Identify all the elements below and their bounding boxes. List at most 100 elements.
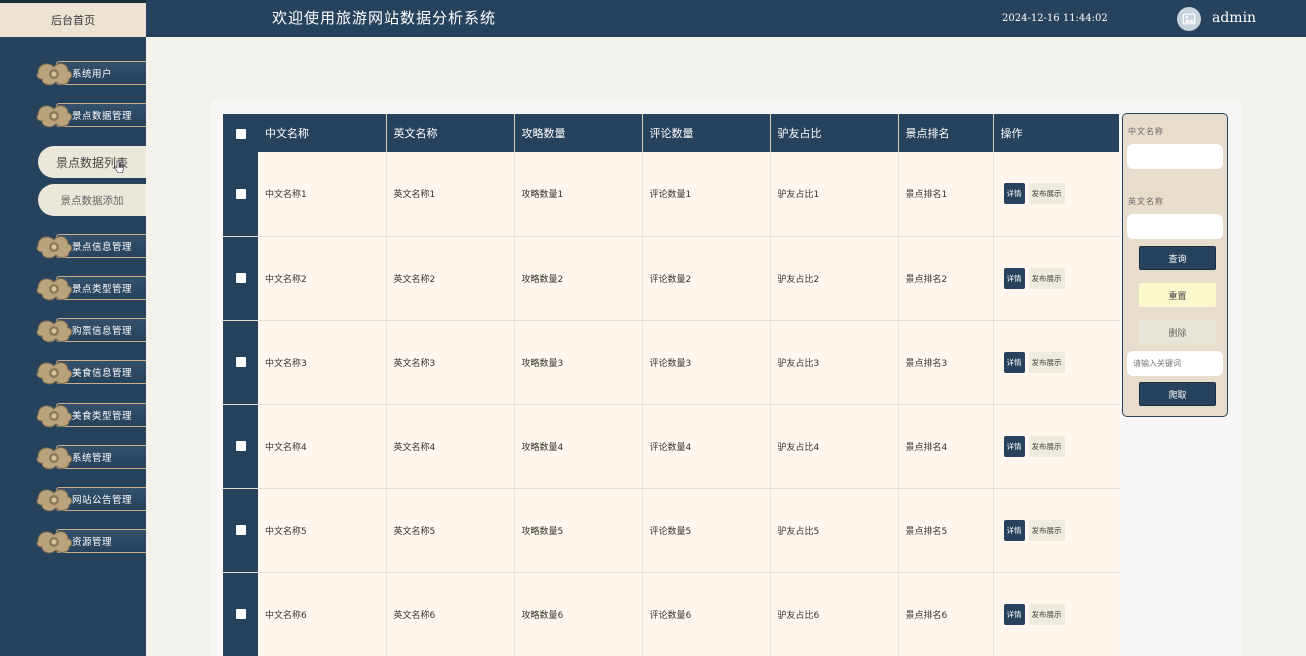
cell-rank: 景点排名4 [898,404,994,489]
sidebar-item-system-user[interactable]: 系统用户 [34,56,146,90]
sidebar-item-label: 购票信息管理 [72,326,133,337]
col-header-guide-count: 攻略数量 [514,114,643,152]
cloud-ornament-icon [36,531,72,554]
sidebar-item-label: 系统用户 [72,69,113,80]
row-checkbox-cell [223,488,258,573]
hand-cursor-icon [114,160,124,173]
col-header-traveler-ratio: 驴友占比 [770,114,899,152]
cell-cn-name: 中文名称5 [258,488,387,573]
cell-guide-count: 攻略数量4 [514,404,643,489]
crawl-button[interactable]: 爬取 [1139,382,1216,406]
cell-cn-name: 中文名称6 [258,572,387,656]
cell-comment-count: 评论数量6 [642,572,771,656]
cell-rank: 景点排名2 [898,236,994,321]
cell-cn-name: 中文名称4 [258,404,387,489]
publish-button[interactable]: 发布展示 [1028,267,1065,289]
cell-comment-count: 评论数量2 [642,236,771,321]
col-header-rank: 景点排名 [898,114,994,152]
query-button[interactable]: 查询 [1139,246,1216,270]
detail-button[interactable]: 详情 [1003,603,1025,625]
select-all-cell [223,114,258,152]
cloud-ornament-icon [36,278,72,301]
cell-comment-count: 评论数量5 [642,488,771,573]
cell-rank: 景点排名5 [898,488,994,573]
cn-name-label: 中文名称 [1128,127,1164,136]
row-checkbox[interactable] [235,272,246,283]
detail-button[interactable]: 详情 [1003,267,1025,289]
page-title: 欢迎使用旅游网站数据分析系统 [272,9,497,27]
detail-button[interactable]: 详情 [1003,183,1025,205]
sidebar-subitem-scenic-add[interactable]: 景点数据添加 [38,184,146,216]
cell-traveler-ratio: 驴友占比2 [770,236,899,321]
cn-name-input[interactable] [1127,144,1223,169]
row-checkbox-cell [223,236,258,321]
sidebar-item-ticket-info[interactable]: 购票信息管理 [34,313,146,347]
cloud-ornament-icon [36,236,72,259]
sidebar-item-label: 网站公告管理 [72,495,133,506]
row-checkbox[interactable] [235,524,246,535]
cell-traveler-ratio: 驴友占比4 [770,404,899,489]
cell-rank: 景点排名1 [898,152,994,237]
cloud-ornament-icon [36,405,72,428]
username[interactable]: admin [1212,0,1256,37]
publish-button[interactable]: 发布展示 [1028,519,1065,541]
cloud-ornament-icon [36,489,72,512]
table-row: 中文名称5 英文名称5 攻略数量5 评论数量5 驴友占比5 景点排名5 详情 发布展示 [223,488,1119,573]
sidebar-item-food-info[interactable]: 美食信息管理 [34,355,146,389]
row-checkbox[interactable] [235,608,246,619]
keyword-input[interactable] [1127,351,1223,376]
cell-rank: 景点排名6 [898,572,994,656]
table-header-row: 中文名称 英文名称 攻略数量 评论数量 驴友占比 景点排名 操作 [223,114,1119,152]
publish-button[interactable]: 发布展示 [1028,603,1065,625]
sidebar-item-label: 美食类型管理 [72,411,133,422]
row-checkbox[interactable] [235,356,246,367]
sidebar-item-system[interactable]: 系统管理 [34,440,146,474]
cell-guide-count: 攻略数量5 [514,488,643,573]
cell-comment-count: 评论数量1 [642,152,771,237]
row-checkbox-cell [223,572,258,656]
sidebar-item-resource[interactable]: 资源管理 [34,524,146,558]
cell-en-name: 英文名称2 [386,236,515,321]
row-checkbox-cell [223,404,258,489]
cloud-ornament-icon [36,447,72,470]
sidebar-item-scenic-type[interactable]: 景点类型管理 [34,271,146,305]
table-row: 中文名称4 英文名称4 攻略数量4 评论数量4 驴友占比4 景点排名4 详情 发布展示 [223,404,1119,489]
detail-button[interactable]: 详情 [1003,351,1025,373]
cell-traveler-ratio: 驴友占比3 [770,320,899,405]
publish-button[interactable]: 发布展示 [1028,435,1065,457]
table-row: 中文名称2 英文名称2 攻略数量2 评论数量2 驴友占比2 景点排名2 详情 发布展示 [223,236,1119,321]
sidebar-subitem-scenic-list[interactable]: 景点数据列表 [38,146,146,178]
avatar[interactable] [1177,7,1201,31]
select-all-checkbox[interactable] [235,128,246,139]
row-checkbox[interactable] [235,188,246,199]
detail-button[interactable]: 详情 [1003,519,1025,541]
cell-comment-count: 评论数量4 [642,404,771,489]
table-row: 中文名称3 英文名称3 攻略数量3 评论数量3 驴友占比3 景点排名3 详情 发布展示 [223,320,1119,405]
home-tab[interactable]: 后台首页 [0,0,146,37]
cell-actions: 详情 发布展示 [993,152,1119,237]
en-name-input[interactable] [1127,214,1223,239]
sidebar-item-food-type[interactable]: 美食类型管理 [34,398,146,432]
publish-button[interactable]: 发布展示 [1028,351,1065,373]
cloud-ornament-icon [36,105,72,128]
detail-button[interactable]: 详情 [1003,435,1025,457]
search-panel: 中文名称 英文名称 查询 重置 删除 爬取 [1122,113,1228,417]
row-checkbox[interactable] [235,440,246,451]
sidebar-item-label: 系统管理 [72,453,113,464]
sidebar-item-scenic-info[interactable]: 景点信息管理 [34,229,146,263]
reset-button[interactable]: 重置 [1139,283,1216,307]
cell-en-name: 英文名称3 [386,320,515,405]
cell-traveler-ratio: 驴友占比6 [770,572,899,656]
cell-cn-name: 中文名称1 [258,152,387,237]
publish-button[interactable]: 发布展示 [1028,183,1065,205]
cell-guide-count: 攻略数量1 [514,152,643,237]
sidebar-item-scenic-data[interactable]: 景点数据管理 [34,98,146,132]
sidebar-item-label: 景点信息管理 [72,242,133,253]
delete-button[interactable]: 删除 [1139,320,1216,344]
sidebar-item-announcement[interactable]: 网站公告管理 [34,482,146,516]
cell-actions: 详情 发布展示 [993,572,1119,656]
cell-en-name: 英文名称4 [386,404,515,489]
sidebar-item-label: 资源管理 [72,537,113,548]
table-row: 中文名称1 英文名称1 攻略数量1 评论数量1 驴友占比1 景点排名1 详情 发布展示 [223,152,1119,237]
cell-actions: 详情 发布展示 [993,488,1119,573]
